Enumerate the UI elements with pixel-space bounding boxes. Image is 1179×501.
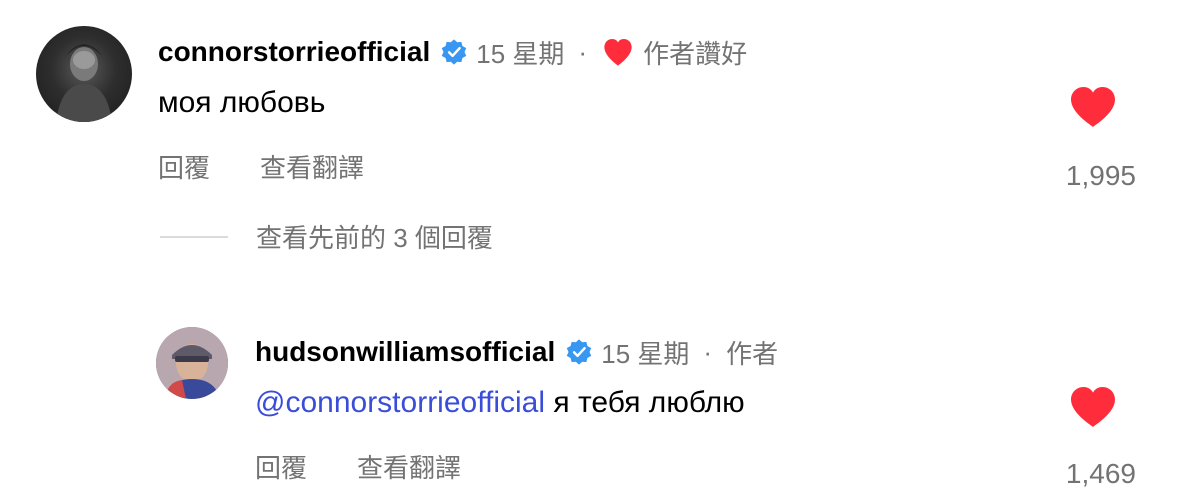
avatar-portrait-icon [156,327,228,399]
divider-line [160,235,228,238]
username[interactable]: connorstorrieofficial [158,36,430,68]
view-previous-replies-label: 查看先前的 3 個回覆 [256,223,493,253]
like-count: 1,995 [1065,160,1136,191]
heart-filled-icon [1071,87,1115,127]
see-translation-button[interactable]: 查看翻譯 [357,448,461,485]
reply-text: я тебя люблю [553,386,745,419]
comment-time: 15 星期 [476,38,565,69]
avatar[interactable] [36,26,132,122]
reply-button[interactable]: 回覆 [158,148,210,185]
author-liked-heart-icon [601,37,635,67]
author-tag: 作者 [726,338,779,369]
username[interactable]: hudsonwilliamsofficial [255,336,555,368]
verified-badge-icon [565,338,593,366]
verified-badge-icon [440,38,468,66]
like-count: 1,469 [1065,458,1136,489]
comment-text: моя любовь [158,86,326,119]
heart-filled-icon [1071,387,1115,427]
comment-actions: 回覆 查看翻譯 [255,448,461,485]
view-previous-replies-button[interactable]: 查看先前的 3 個回覆 [160,218,493,255]
comment-time: 15 星期 [601,338,690,369]
like-button[interactable] [1069,385,1117,429]
like-button[interactable] [1069,85,1117,129]
see-translation-button[interactable]: 查看翻譯 [260,148,364,185]
comment-header: hudsonwilliamsofficial 15 星期 · 作者 [255,334,778,370]
comment-header: connorstorrieofficial 15 星期 · 作者讚好 [158,34,747,70]
comment-actions: 回覆 查看翻譯 [158,148,364,185]
separator-dot: · [578,36,588,67]
author-liked-label: 作者讚好 [643,38,748,69]
mention-link[interactable]: @connorstorrieofficial [255,386,545,419]
avatar-portrait-icon [56,44,112,122]
reply-comment: hudsonwilliamsofficial 15 星期 · 作者 @conno… [0,320,1179,501]
comment: connorstorrieofficial 15 星期 · 作者讚好 моя л… [0,0,1179,253]
avatar[interactable] [156,327,228,399]
reply-button[interactable]: 回覆 [255,448,307,485]
comment-text: @connorstorrieofficial я тебя люблю [255,386,745,420]
separator-dot: · [703,336,713,367]
